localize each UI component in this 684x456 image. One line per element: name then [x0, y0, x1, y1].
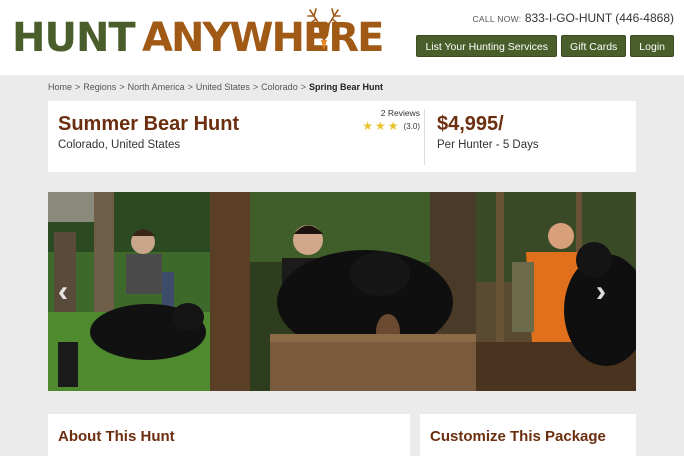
breadcrumb-north-america[interactable]: North America	[128, 82, 185, 92]
about-hunt-heading: About This Hunt	[58, 428, 175, 445]
gallery-photo-1[interactable]	[48, 192, 210, 391]
breadcrumb-united-states[interactable]: United States	[196, 82, 250, 92]
star-icon: ★	[387, 119, 399, 133]
breadcrumb: Home > Regions > North America > United States…	[48, 82, 383, 92]
call-number[interactable]: 833-I-GO-HUNT (446-4868)	[525, 11, 674, 25]
photo-gallery: ‹‹ ››	[48, 192, 636, 391]
customize-package-heading: Customize This Package	[430, 428, 606, 445]
list-services-button[interactable]: List Your Hunting Services	[416, 35, 558, 57]
logo-text-hunt: HUNT	[12, 15, 136, 61]
login-button[interactable]: Login	[630, 35, 674, 57]
rating-value: (3.0)	[403, 121, 420, 131]
deer-antler-icon	[307, 8, 341, 50]
about-hunt-card: About This Hunt	[48, 414, 410, 456]
price-unit: Per Hunter - 5 Days	[437, 139, 539, 151]
gallery-photo-3[interactable]	[476, 192, 636, 391]
call-now: CALL NOW: 833-I-GO-HUNT (446-4868)	[472, 11, 674, 25]
reviews-summary[interactable]: 2 Reviews ★ ★ ★ (3.0)	[358, 108, 420, 132]
star-rating: ★ ★ ★ (3.0)	[358, 120, 420, 132]
star-icon: ★	[375, 119, 386, 133]
listing-price: $4,995/	[437, 113, 504, 135]
call-label: CALL NOW:	[472, 14, 522, 24]
listing-summary-card: Summer Bear Hunt Colorado, United States…	[48, 101, 636, 172]
star-icon: ★	[362, 119, 374, 133]
breadcrumb-regions[interactable]: Regions	[83, 82, 116, 92]
site-header: HUNT ANYWHERE CALL NOW: 833-I-GO-HUNT (4…	[0, 0, 684, 75]
gallery-photo-2[interactable]	[210, 192, 476, 391]
divider	[424, 109, 425, 165]
breadcrumb-current: Spring Bear Hunt	[308, 82, 383, 92]
logo-text-anywhere: ANYWHERE	[142, 15, 384, 61]
site-logo[interactable]: HUNT ANYWHERE	[12, 8, 384, 61]
breadcrumb-colorado[interactable]: Colorado	[261, 82, 298, 92]
listing-title: Summer Bear Hunt	[58, 113, 240, 135]
listing-location: Colorado, United States	[58, 139, 181, 151]
gift-cards-button[interactable]: Gift Cards	[561, 35, 627, 57]
breadcrumb-home[interactable]: Home	[48, 82, 72, 92]
reviews-count[interactable]: 2 Reviews	[358, 108, 420, 118]
header-nav: List Your Hunting Services Gift Cards Lo…	[416, 35, 674, 57]
customize-package-card: Customize This Package	[420, 414, 636, 456]
